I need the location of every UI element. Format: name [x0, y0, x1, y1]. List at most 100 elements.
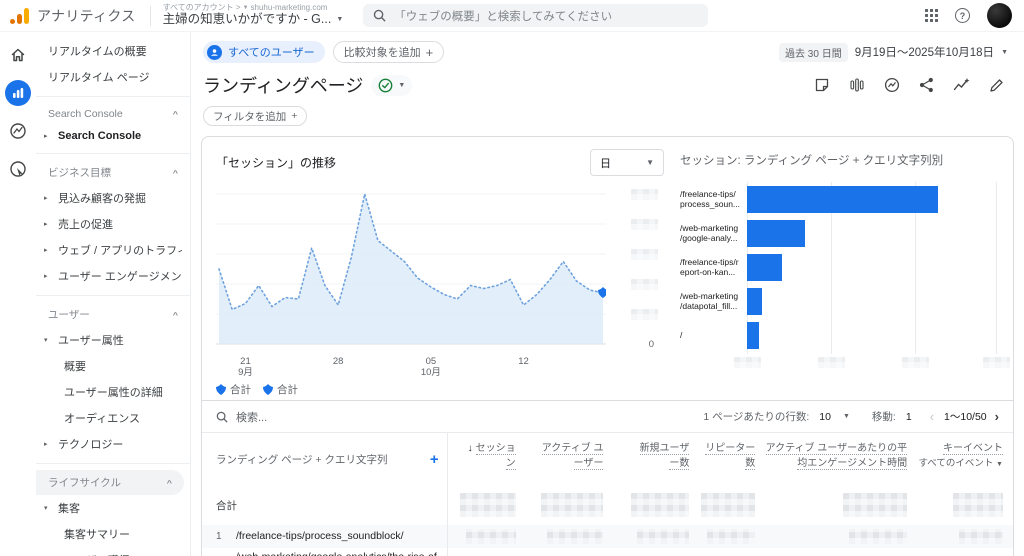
bar[interactable]: [746, 185, 938, 213]
column-header[interactable]: 新規ユーザ ー数: [613, 433, 699, 485]
bar-category-label: /freelance-tips/r eport-on-kan...: [680, 256, 739, 277]
note-icon[interactable]: [814, 77, 830, 93]
collapse-icon: ^: [172, 110, 178, 118]
sidebar-item-16[interactable]: オーディエンス: [36, 405, 190, 431]
sidebar-item-21[interactable]: 集客サマリー: [36, 521, 190, 547]
granularity-value: 日: [600, 157, 611, 170]
column-header[interactable]: キーイベント すべてのイベント ▼: [917, 433, 1013, 485]
report-table: 検索... 1 ページあたりの行数: 10 ▼ 移動: 1 ‹ 1～10/50 …: [202, 400, 1013, 556]
table-row-2[interactable]: 2 /web-marketing/google-analytics/the-ri…: [202, 548, 1013, 556]
sidebar-item-10[interactable]: ▸ ユーザー エンゲージメントと...: [36, 263, 190, 289]
help-icon[interactable]: ?: [955, 8, 970, 23]
account-property-selector[interactable]: すべてのアカウント > ▼ shuhu-marketing.com 主婦の知恵い…: [163, 3, 344, 27]
sidebar-item-label: Search Console: [48, 108, 123, 120]
chevron-right-icon: ▸: [44, 133, 48, 140]
search-placeholder: 「ウェブの概要」と検索してみてください: [394, 10, 613, 23]
plus-icon: +: [425, 44, 434, 60]
chevron-right-icon: ▸: [44, 247, 48, 254]
sidebar-item-19[interactable]: ライフサイクル ^: [36, 470, 184, 495]
bar-category-label: /freelance-tips/process_soun...: [680, 188, 741, 209]
edit-pencil-icon[interactable]: [989, 78, 1004, 93]
explore-icon[interactable]: [5, 118, 31, 144]
report-status-badge[interactable]: ▼: [371, 74, 413, 96]
event-selector[interactable]: すべてのイベント ▼: [918, 458, 1003, 469]
avatar[interactable]: [987, 3, 1012, 28]
segment-chip-label: すべてのユーザー: [228, 47, 315, 59]
apps-grid-icon[interactable]: [925, 9, 938, 22]
sidebar-item-20[interactable]: ▾ 集客: [36, 495, 190, 521]
legend-item[interactable]: 合計: [216, 382, 251, 397]
sidebar-item-label: 売上の促進: [58, 219, 113, 231]
chevron-right-icon: ▸: [44, 195, 48, 202]
sidebar-item-0[interactable]: リアルタイムの概要: [36, 38, 190, 64]
rows-per-page-value[interactable]: 10: [819, 411, 831, 423]
sidebar-item-8[interactable]: ▸ 売上の促進: [36, 211, 190, 237]
sidebar-item-7[interactable]: ▸ 見込み顧客の発掘: [36, 185, 190, 211]
bar[interactable]: [746, 321, 760, 349]
redacted-metric-value: [843, 493, 908, 517]
sidebar-item-label: 集客サマリー: [64, 529, 130, 541]
sidebar-item-12[interactable]: ユーザー ^: [36, 302, 190, 327]
column-header[interactable]: アクティブ ユーザーあたりの平 均エンゲージメント時間: [765, 433, 917, 485]
sidebar-item-17[interactable]: ▸ テクノロジー: [36, 431, 190, 457]
sidebar-item-14[interactable]: 概要: [36, 353, 190, 379]
bar[interactable]: [746, 253, 783, 281]
add-comparison-button[interactable]: 比較対象を追加 +: [332, 41, 445, 63]
x-axis-tick: 05 10月: [420, 356, 441, 379]
bar-chart-labels: /freelance-tips/process_soun... /web-mark…: [680, 182, 744, 370]
legend-item[interactable]: 合計: [263, 382, 298, 397]
sidebar-item-label: リアルタイム ページ: [48, 72, 150, 84]
date-range-value: 9月19日～2025年10月18日: [854, 47, 995, 59]
ga-logo-wrap[interactable]: アナリティクス: [0, 6, 136, 26]
sidebar-item-22[interactable]: ユーザー獲得: [36, 547, 190, 556]
table-row-1[interactable]: 1 /freelance-tips/process_soundblock/: [202, 525, 1013, 548]
sidebar-item-1[interactable]: リアルタイム ページ: [36, 64, 190, 90]
column-header[interactable]: ↓ セッション: [448, 433, 526, 485]
sidebar-item-15[interactable]: ユーザー属性の詳細: [36, 379, 190, 405]
next-page-icon[interactable]: ›: [995, 409, 999, 424]
granularity-select[interactable]: 日 ▼: [590, 149, 664, 176]
bar[interactable]: [746, 219, 806, 247]
global-search-input[interactable]: 「ウェブの概要」と検索してみてください: [363, 4, 709, 27]
share-icon[interactable]: [919, 77, 934, 93]
table-search-input[interactable]: 検索...: [216, 409, 703, 425]
redacted-metric-value: [958, 529, 1003, 544]
line-chart-x-axis: 21 9月 28 05 10月 12: [216, 356, 608, 380]
y-axis-zero-label: 0: [648, 339, 654, 350]
previous-page-icon[interactable]: ‹: [930, 409, 934, 424]
date-range-selector[interactable]: 過去 30 日間 9月19日～2025年10月18日 ▼: [779, 42, 1008, 62]
insights-clock-icon[interactable]: [884, 77, 900, 93]
sidebar-item-3[interactable]: Search Console ^: [36, 103, 190, 125]
report-nav: リアルタイムの概要 リアルタイム ページ Search Console ^ ▸ Searc…: [36, 32, 190, 556]
reports-icon[interactable]: [5, 80, 31, 106]
advertising-icon[interactable]: [5, 156, 31, 182]
add-filter-button[interactable]: フィルタを追加 +: [203, 106, 308, 126]
redacted-y-axis-value: [631, 279, 658, 290]
sidebar-item-13[interactable]: ▾ ユーザー属性: [36, 327, 190, 353]
home-icon[interactable]: [5, 42, 31, 68]
add-column-icon[interactable]: +: [430, 451, 439, 468]
sidebar-item-9[interactable]: ▸ ウェブ / アプリのトラフィック...: [36, 237, 190, 263]
goto-page-value[interactable]: 1: [906, 411, 912, 423]
redacted-y-axis-value: [631, 249, 658, 260]
table-search-placeholder: 検索...: [236, 411, 268, 424]
chevron-down-icon[interactable]: ▼: [843, 413, 850, 420]
divider: [149, 5, 151, 26]
redacted-metric-value: [631, 493, 690, 517]
bar-chart-title: セッション: ランディング ページ + クエリ文字列別: [680, 155, 944, 167]
sidebar-item-6[interactable]: ビジネス目標 ^: [36, 160, 190, 185]
bar[interactable]: [746, 287, 762, 315]
check-circle-icon: [379, 78, 393, 92]
sidebar-item-4[interactable]: ▸ Search Console: [36, 125, 190, 147]
segment-chip-all-users[interactable]: すべてのユーザー: [203, 41, 325, 63]
chevron-down-icon: ▾: [44, 505, 48, 512]
column-header[interactable]: アクティブ ユーザー: [526, 433, 614, 485]
compare-icon[interactable]: [849, 77, 865, 93]
total-label: 合計: [216, 499, 237, 512]
redacted-metric-value: [541, 493, 604, 517]
insights-sparkline-icon[interactable]: [953, 77, 970, 93]
google-analytics-logo-icon: [10, 7, 29, 24]
column-header[interactable]: リピーター数: [699, 433, 765, 485]
dimension-header[interactable]: ランディング ページ + クエリ文字列: [216, 452, 387, 467]
x-axis-tick: 28: [332, 356, 344, 367]
